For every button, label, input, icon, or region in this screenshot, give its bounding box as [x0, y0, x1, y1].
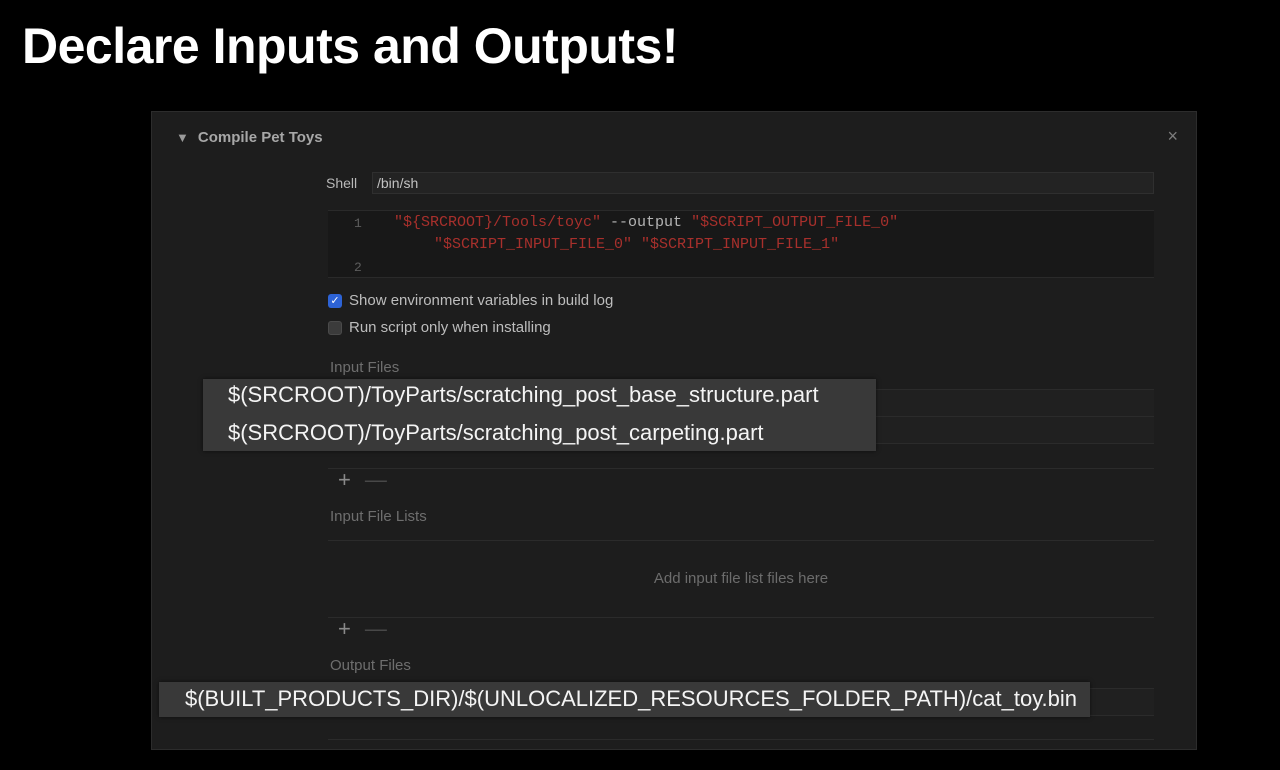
- line-number: 2: [354, 260, 362, 275]
- input-files-label: Input Files: [330, 359, 400, 376]
- script-token: --output: [601, 214, 692, 231]
- input-files-controls: + —: [338, 467, 387, 493]
- remove-input-file-list-button[interactable]: —: [365, 616, 387, 642]
- close-icon[interactable]: ×: [1167, 126, 1178, 147]
- shell-row: Shell: [326, 172, 1154, 194]
- remove-input-file-button[interactable]: —: [365, 467, 387, 493]
- input-files-callout: $(SRCROOT)/ToyParts/scratching_post_base…: [203, 379, 876, 451]
- show-env-vars-option[interactable]: ✓ Show environment variables in build lo…: [328, 292, 613, 309]
- run-only-installing-label: Run script only when installing: [349, 319, 551, 336]
- input-file-path: $(SRCROOT)/ToyParts/scratching_post_base…: [228, 382, 819, 407]
- run-only-installing-option[interactable]: Run script only when installing: [328, 319, 551, 336]
- add-input-file-list-button[interactable]: +: [338, 616, 351, 642]
- input-file-lists-controls: + —: [338, 616, 387, 642]
- add-input-file-button[interactable]: +: [338, 467, 351, 493]
- checkbox-checked[interactable]: ✓: [328, 293, 342, 308]
- show-env-vars-label: Show environment variables in build log: [349, 292, 614, 309]
- shell-input[interactable]: [372, 172, 1154, 194]
- divider: [328, 468, 1154, 469]
- input-file-lists-label: Input File Lists: [330, 508, 427, 525]
- line-number: 1: [354, 216, 362, 231]
- script-token: "$SCRIPT_OUTPUT_FILE_0": [691, 214, 899, 231]
- input-file-path: $(SRCROOT)/ToyParts/scratching_post_carp…: [228, 420, 764, 445]
- disclosure-triangle-icon[interactable]: ▼: [176, 130, 189, 145]
- checkmark-icon: ✓: [330, 295, 340, 307]
- phase-header[interactable]: ▼ Compile Pet Toys: [176, 129, 323, 146]
- checkbox-unchecked[interactable]: [328, 320, 342, 335]
- script-editor[interactable]: 1 "${SRCROOT}/Tools/toyc" --output "$SCR…: [328, 210, 1154, 278]
- script-line-1: "${SRCROOT}/Tools/toyc" --output "$SCRIP…: [394, 214, 898, 231]
- phase-title[interactable]: Compile Pet Toys: [198, 129, 323, 146]
- divider: [328, 540, 1154, 541]
- divider: [328, 617, 1154, 618]
- script-token: "${SRCROOT}/Tools/toyc": [394, 214, 602, 231]
- shell-label: Shell: [326, 175, 358, 191]
- output-file-path: $(BUILT_PRODUCTS_DIR)/$(UNLOCALIZED_RESO…: [185, 686, 1078, 711]
- output-files-label: Output Files: [330, 657, 411, 674]
- divider: [328, 739, 1154, 740]
- script-token: "$SCRIPT_INPUT_FILE_0" "$SCRIPT_INPUT_FI…: [434, 236, 840, 253]
- script-line-1-wrap: "$SCRIPT_INPUT_FILE_0" "$SCRIPT_INPUT_FI…: [434, 236, 839, 253]
- slide-title: Declare Inputs and Outputs!: [22, 18, 679, 74]
- input-file-lists-placeholder: Add input file list files here: [653, 570, 829, 587]
- output-files-callout: $(BUILT_PRODUCTS_DIR)/$(UNLOCALIZED_RESO…: [159, 682, 1090, 717]
